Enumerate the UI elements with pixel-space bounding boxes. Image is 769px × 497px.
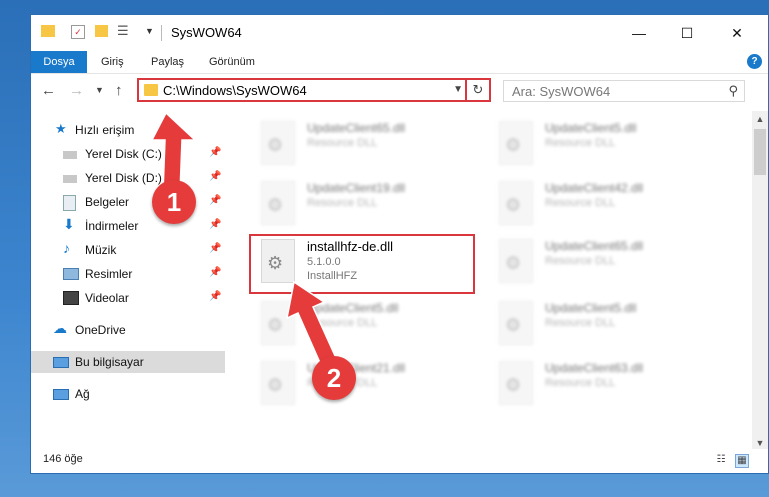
step-1-badge: 1	[152, 180, 196, 224]
step-2-badge: 2	[312, 356, 356, 400]
annotation-arrows	[150, 111, 337, 367]
arrow-2	[285, 280, 337, 367]
